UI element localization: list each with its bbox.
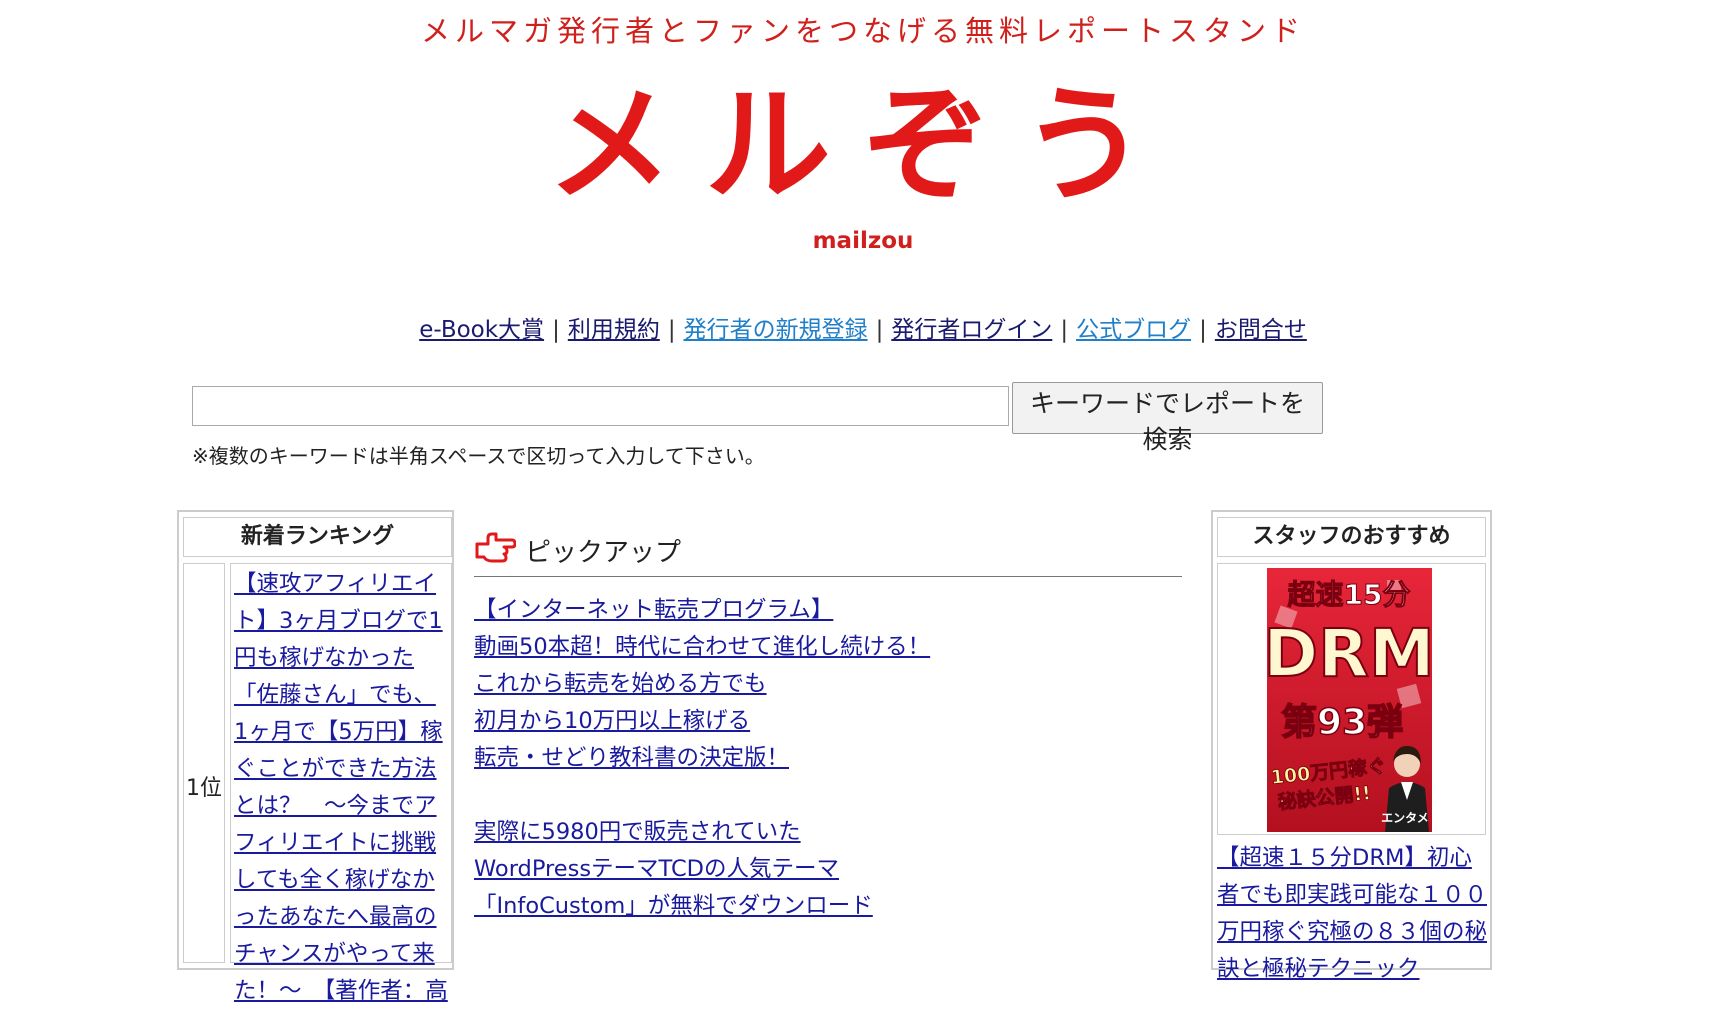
- nav-terms[interactable]: 利用規約: [568, 317, 660, 343]
- nav-separator: |: [667, 317, 676, 343]
- nav-publisher-signup[interactable]: 発行者の新規登録: [684, 317, 868, 343]
- nav-ebook-award[interactable]: e-Book大賞: [419, 317, 544, 343]
- pickup-divider: [474, 576, 1182, 577]
- nav-official-blog[interactable]: 公式ブログ: [1076, 317, 1191, 343]
- banner-line1: 超速15分: [1288, 578, 1411, 611]
- nav-separator: |: [552, 317, 560, 343]
- nav-separator: |: [1199, 317, 1207, 343]
- search-input[interactable]: [192, 386, 1009, 426]
- pickup-link[interactable]: WordPressテーマTCDの人気テーマ: [474, 851, 1194, 888]
- site-tagline: メルマガ発行者とファンをつなげる無料レポートスタンド: [420, 14, 1305, 48]
- staff-title: スタッフのおすすめ: [1217, 517, 1486, 557]
- nav-separator: |: [1060, 317, 1069, 343]
- staff-item-link[interactable]: 【超速１５分DRM】初心者でも即実践可能な１００万円稼ぐ究極の８３個の秘訣と極秘…: [1217, 845, 1487, 982]
- banner-line2: DRM: [1267, 615, 1432, 692]
- pickup-spacer: [474, 777, 1194, 814]
- pointing-hand-icon: [475, 532, 516, 563]
- nav-publisher-login[interactable]: 発行者ログイン: [891, 317, 1052, 343]
- ranking-item-link-wrap: 【速攻アフィリエイト】3ヶ月ブログで1円も稼げなかった「佐藤さん」でも、1ヶ月で…: [234, 566, 450, 1010]
- pickup-list: 【インターネット転売プログラム】 動画50本超！時代に合わせて進化し続ける！ こ…: [474, 592, 1194, 925]
- pickup-link[interactable]: 実際に5980円で販売されていた: [474, 814, 1194, 851]
- nav-contact[interactable]: お問合せ: [1215, 317, 1307, 343]
- search-hint: ※複数のキーワードは半角スペースで区切って入力して下さい。: [192, 444, 765, 468]
- pickup-link[interactable]: 【インターネット転売プログラム】: [474, 592, 1194, 629]
- pickup-link[interactable]: 転売・せどり教科書の決定版！: [474, 740, 1194, 777]
- pickup-title: ピックアップ: [525, 538, 682, 568]
- site-logo[interactable]: メルぞう: [0, 76, 1726, 216]
- top-nav: e-Book大賞 | 利用規約 | 発行者の新規登録 | 発行者ログイン | 公式ブログ | お問合…: [0, 310, 1726, 344]
- banner-line3: 第93弾: [1281, 702, 1403, 743]
- staff-banner-image[interactable]: 超速15分 DRM 第93弾 100万円稼ぐ 秘訣公開!! エンタメ: [1267, 568, 1432, 832]
- site-logo-subtitle: mailzou: [812, 228, 914, 254]
- pickup-link[interactable]: 初月から10万円以上稼げる: [474, 703, 1194, 740]
- pickup-link[interactable]: 「InfoCustom」が無料でダウンロード: [474, 888, 1194, 925]
- rank-number-cell: [183, 563, 225, 963]
- pickup-link[interactable]: これから転売を始める方でも: [474, 666, 1194, 703]
- staff-item-link-wrap: 【超速１５分DRM】初心者でも即実践可能な１００万円稼ぐ究極の８３個の秘訣と極秘…: [1217, 840, 1489, 988]
- rank-label: 1位: [186, 776, 222, 801]
- ranking-title: 新着ランキング: [183, 517, 452, 557]
- search-button[interactable]: キーワードでレポートを検索: [1012, 382, 1323, 454]
- banner-author: エンタメ: [1381, 811, 1429, 825]
- pickup-link[interactable]: 動画50本超！時代に合わせて進化し続ける！: [474, 629, 1194, 666]
- ranking-item-link[interactable]: 【速攻アフィリエイト】3ヶ月ブログで1円も稼げなかった「佐藤さん」でも、1ヶ月で…: [234, 571, 448, 1004]
- nav-separator: |: [875, 317, 884, 343]
